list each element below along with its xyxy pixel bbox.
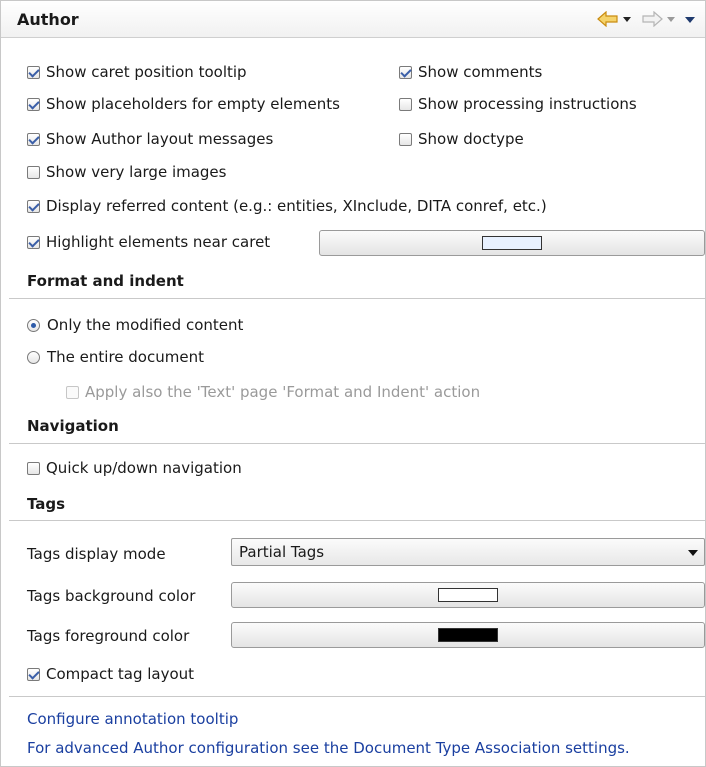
- section-divider: [9, 520, 705, 521]
- navigation-heading: Navigation: [27, 417, 119, 435]
- quick-updown-label: Quick up/down navigation: [46, 459, 242, 477]
- section-divider: [9, 443, 705, 444]
- quick-updown-option[interactable]: Quick up/down navigation: [27, 459, 242, 477]
- highlight-near-caret-label: Highlight elements near caret: [46, 233, 271, 251]
- tags-heading: Tags: [27, 495, 66, 513]
- show-processing-label: Show processing instructions: [418, 95, 637, 113]
- show-comments-option[interactable]: Show comments: [399, 63, 542, 81]
- apply-text-page-label: Apply also the 'Text' page 'Format and I…: [85, 383, 481, 401]
- show-caret-tooltip-checkbox[interactable]: [27, 65, 40, 79]
- tags-display-mode-select[interactable]: Partial Tags: [231, 538, 705, 566]
- tags-display-mode-value: Partial Tags: [239, 543, 325, 561]
- tags-foreground-color-button[interactable]: [231, 622, 705, 648]
- compact-tag-layout-checkbox[interactable]: [27, 667, 40, 681]
- show-layout-messages-checkbox[interactable]: [27, 132, 40, 146]
- highlight-near-caret-checkbox[interactable]: [27, 235, 40, 249]
- show-placeholders-checkbox[interactable]: [27, 97, 40, 111]
- format-indent-heading: Format and indent: [27, 272, 184, 290]
- show-caret-tooltip-option[interactable]: Show caret position tooltip: [27, 63, 247, 81]
- only-modified-radio[interactable]: [27, 318, 40, 332]
- show-caret-tooltip-label: Show caret position tooltip: [46, 63, 247, 81]
- apply-text-page-option: Apply also the 'Text' page 'Format and I…: [66, 383, 480, 401]
- show-placeholders-label: Show placeholders for empty elements: [46, 95, 340, 113]
- entire-document-label: The entire document: [47, 348, 204, 366]
- show-layout-messages-label: Show Author layout messages: [46, 130, 274, 148]
- show-large-images-checkbox[interactable]: [27, 165, 40, 179]
- view-menu-icon[interactable]: [683, 9, 697, 29]
- show-large-images-option[interactable]: Show very large images: [27, 163, 226, 181]
- configure-annotation-tooltip-link[interactable]: Configure annotation tooltip: [27, 710, 238, 728]
- tags-foreground-color-swatch: [438, 628, 498, 642]
- tags-background-color-swatch: [438, 588, 498, 602]
- only-modified-option[interactable]: Only the modified content: [27, 316, 243, 334]
- advanced-config-link[interactable]: For advanced Author configuration see th…: [27, 739, 630, 757]
- show-doctype-label: Show doctype: [418, 130, 524, 148]
- highlight-near-caret-option[interactable]: Highlight elements near caret: [27, 233, 270, 251]
- back-arrow-icon[interactable]: [597, 9, 619, 29]
- show-comments-checkbox[interactable]: [399, 65, 412, 79]
- entire-document-radio[interactable]: [27, 350, 40, 364]
- display-referred-label: Display referred content (e.g.: entities…: [46, 197, 547, 215]
- compact-tag-layout-label: Compact tag layout: [46, 665, 195, 683]
- show-processing-checkbox[interactable]: [399, 97, 412, 111]
- forward-arrow-icon[interactable]: [641, 9, 663, 29]
- tags-background-color-button[interactable]: [231, 582, 705, 608]
- show-large-images-label: Show very large images: [46, 163, 227, 181]
- display-referred-checkbox[interactable]: [27, 199, 40, 213]
- apply-text-page-checkbox: [66, 385, 79, 399]
- tags-display-mode-label: Tags display mode: [27, 545, 166, 563]
- section-divider: [9, 696, 705, 697]
- chevron-down-icon: [688, 550, 698, 556]
- quick-updown-checkbox[interactable]: [27, 461, 40, 475]
- section-divider: [9, 298, 705, 299]
- panel-header: Author: [1, 1, 705, 38]
- forward-dropdown-icon[interactable]: [665, 9, 677, 29]
- show-comments-label: Show comments: [418, 63, 543, 81]
- entire-document-option[interactable]: The entire document: [27, 348, 204, 366]
- only-modified-label: Only the modified content: [47, 316, 244, 334]
- tags-foreground-color-label: Tags foreground color: [27, 627, 190, 645]
- show-placeholders-option[interactable]: Show placeholders for empty elements: [27, 95, 340, 113]
- show-doctype-option[interactable]: Show doctype: [399, 130, 524, 148]
- compact-tag-layout-option[interactable]: Compact tag layout: [27, 665, 194, 683]
- show-doctype-checkbox[interactable]: [399, 132, 412, 146]
- page-title: Author: [17, 10, 79, 29]
- show-processing-option[interactable]: Show processing instructions: [399, 95, 637, 113]
- back-dropdown-icon[interactable]: [621, 9, 633, 29]
- highlight-color-button[interactable]: [319, 230, 705, 256]
- display-referred-option[interactable]: Display referred content (e.g.: entities…: [27, 197, 547, 215]
- highlight-color-swatch: [482, 236, 542, 250]
- tags-background-color-label: Tags background color: [27, 587, 196, 605]
- show-layout-messages-option[interactable]: Show Author layout messages: [27, 130, 273, 148]
